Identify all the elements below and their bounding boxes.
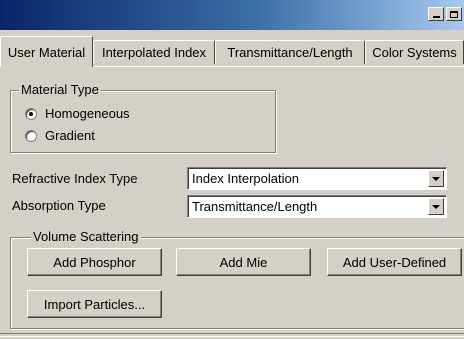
material-type-group: Material Type Homogeneous Gradient bbox=[10, 82, 276, 153]
tab-label: Color Systems bbox=[372, 45, 457, 60]
radio-label: Gradient bbox=[45, 128, 95, 143]
button-label: Import Particles... bbox=[43, 296, 146, 312]
add-user-defined-button[interactable]: Add User-Defined bbox=[327, 248, 462, 276]
tab-transmittance-length[interactable]: Transmittance/Length bbox=[215, 40, 365, 64]
tab-strip: User Material Interpolated Index Transmi… bbox=[0, 36, 464, 67]
chevron-down-icon[interactable] bbox=[428, 170, 444, 187]
absorption-type-select[interactable]: Transmittance/Length bbox=[187, 195, 447, 218]
tab-label: Interpolated Index bbox=[101, 45, 207, 60]
add-phosphor-button[interactable]: Add Phosphor bbox=[27, 248, 162, 276]
button-label: Add Phosphor bbox=[53, 254, 136, 270]
minimize-button[interactable] bbox=[428, 7, 444, 21]
tab-interpolated-index[interactable]: Interpolated Index bbox=[93, 40, 215, 64]
minimize-icon bbox=[432, 16, 440, 18]
tab-color-systems[interactable]: Color Systems bbox=[365, 40, 464, 64]
select-value: Transmittance/Length bbox=[192, 199, 318, 214]
import-particles-button[interactable]: Import Particles... bbox=[27, 290, 162, 318]
title-bar[interactable] bbox=[0, 0, 464, 30]
button-label: Add User-Defined bbox=[342, 254, 447, 270]
tab-label: Transmittance/Length bbox=[227, 45, 353, 60]
chevron-down-icon[interactable] bbox=[428, 198, 444, 215]
maximize-button[interactable] bbox=[446, 7, 462, 21]
refractive-index-select[interactable]: Index Interpolation bbox=[187, 167, 447, 190]
radio-label: Homogeneous bbox=[45, 106, 130, 121]
button-label: Add Mie bbox=[219, 254, 268, 270]
add-mie-button[interactable]: Add Mie bbox=[176, 248, 311, 276]
bottom-divider bbox=[0, 333, 464, 337]
tab-user-material[interactable]: User Material bbox=[0, 36, 93, 67]
refractive-index-label: Refractive Index Type bbox=[12, 171, 138, 186]
maximize-icon bbox=[450, 10, 458, 18]
tab-panel: Material Type Homogeneous Gradient Refra… bbox=[0, 66, 464, 334]
radio-checked-icon bbox=[25, 107, 37, 120]
tab-label: User Material bbox=[7, 44, 86, 60]
radio-homogeneous[interactable]: Homogeneous bbox=[25, 106, 130, 121]
select-value: Index Interpolation bbox=[192, 171, 299, 186]
material-type-title: Material Type bbox=[19, 82, 101, 97]
volume-scattering-title: Volume Scattering bbox=[31, 229, 141, 244]
radio-unchecked-icon bbox=[25, 129, 37, 142]
radio-gradient[interactable]: Gradient bbox=[25, 128, 95, 143]
absorption-type-label: Absorption Type bbox=[12, 198, 106, 213]
dialog-window: User Material Interpolated Index Transmi… bbox=[0, 0, 464, 339]
